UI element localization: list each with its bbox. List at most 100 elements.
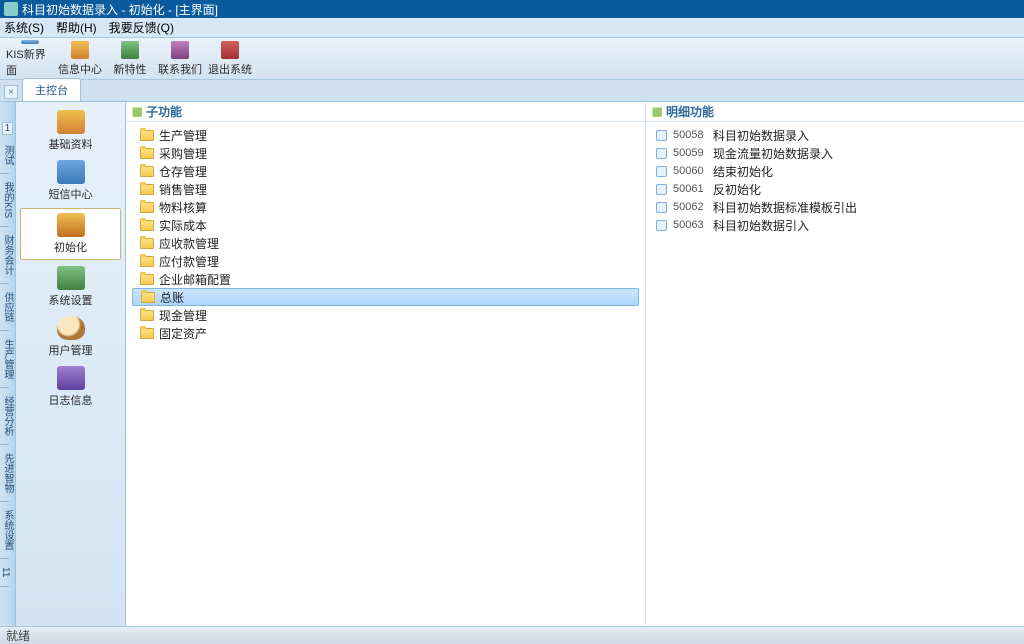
- nav-label: 系统设置: [49, 292, 93, 308]
- folder-icon: [140, 274, 154, 285]
- folder-icon: [140, 238, 154, 249]
- item-icon: [656, 220, 667, 231]
- nav-label: 初始化: [54, 239, 87, 255]
- bullet-icon: [652, 107, 662, 117]
- left-strip-item[interactable]: 11: [0, 561, 12, 583]
- info-icon: [71, 41, 89, 59]
- item-code: 50061: [673, 183, 713, 195]
- sub-function-item[interactable]: 应收款管理: [126, 234, 645, 252]
- title-bar: 科目初始数据录入 - 初始化 - [主界面]: [0, 0, 1024, 18]
- left-strip-item[interactable]: 供应链: [0, 286, 16, 328]
- status-left: 就绪: [6, 627, 30, 644]
- nav-panel: 基础资料短信中心初始化系统设置用户管理日志信息: [16, 102, 126, 626]
- left-strip-item[interactable]: 财务会计: [0, 229, 16, 281]
- sub-function-item[interactable]: 总账: [132, 288, 639, 306]
- item-icon: [656, 202, 667, 213]
- nav-item-5[interactable]: 日志信息: [16, 362, 125, 412]
- left-strip-item[interactable]: 测试: [0, 139, 16, 171]
- item-label: 现金流量初始数据录入: [713, 145, 833, 162]
- sub-function-item[interactable]: 企业邮箱配置: [126, 270, 645, 288]
- new-icon: [121, 41, 139, 59]
- status-bar: 就绪: [0, 626, 1024, 644]
- detail-function-item[interactable]: 50060结束初始化: [646, 162, 1024, 180]
- folder-icon: [140, 202, 154, 213]
- left-strip-badge[interactable]: 1: [2, 122, 14, 135]
- nav-item-0[interactable]: 基础资料: [16, 106, 125, 156]
- detail-function-item[interactable]: 50063科目初始数据引入: [646, 216, 1024, 234]
- item-code: 50062: [673, 201, 713, 213]
- sub-function-item[interactable]: 实际成本: [126, 216, 645, 234]
- nav-label: 基础资料: [49, 136, 93, 152]
- left-strip-item[interactable]: 生产管理: [0, 333, 16, 385]
- detail-function-panel: 明细功能 50058科目初始数据录入50059现金流量初始数据录入50060结束…: [646, 102, 1024, 626]
- bullet-icon: [132, 107, 142, 117]
- tab-close-button[interactable]: ×: [4, 85, 18, 99]
- detail-function-item[interactable]: 50062科目初始数据标准模板引出: [646, 198, 1024, 216]
- tab-main[interactable]: 主控台: [22, 78, 81, 101]
- detail-function-item[interactable]: 50059现金流量初始数据录入: [646, 144, 1024, 162]
- sub-function-item[interactable]: 仓存管理: [126, 162, 645, 180]
- item-label: 反初始化: [713, 181, 761, 198]
- toolbar: KIS新界面 信息中心 新特性 联系我们 退出系统: [0, 38, 1024, 80]
- nav-item-4[interactable]: 用户管理: [16, 312, 125, 362]
- nav-icon: [57, 160, 85, 184]
- nav-icon: [57, 110, 85, 134]
- item-code: 50058: [673, 129, 713, 141]
- folder-icon: [140, 148, 154, 159]
- nav-item-3[interactable]: 系统设置: [16, 262, 125, 312]
- nav-label: 用户管理: [49, 342, 93, 358]
- menu-help[interactable]: 帮助(H): [56, 19, 97, 36]
- item-icon: [656, 166, 667, 177]
- sub-function-item[interactable]: 现金管理: [126, 306, 645, 324]
- toolbar-info[interactable]: 信息中心: [56, 40, 104, 78]
- toolbar-contact[interactable]: 联系我们: [156, 40, 204, 78]
- item-code: 50059: [673, 147, 713, 159]
- toolbar-home[interactable]: KIS新界面: [6, 40, 54, 78]
- menu-system[interactable]: 系统(S): [4, 19, 44, 36]
- sub-function-item[interactable]: 采购管理: [126, 144, 645, 162]
- item-icon: [656, 130, 667, 141]
- nav-icon: [57, 366, 85, 390]
- folder-icon: [140, 328, 154, 339]
- item-icon: [656, 148, 667, 159]
- menu-bar: 系统(S) 帮助(H) 我要反馈(Q): [0, 18, 1024, 38]
- nav-label: 短信中心: [49, 186, 93, 202]
- sub-function-item[interactable]: 生产管理: [126, 126, 645, 144]
- sub-function-item[interactable]: 应付款管理: [126, 252, 645, 270]
- folder-icon: [140, 220, 154, 231]
- detail-function-item[interactable]: 50061反初始化: [646, 180, 1024, 198]
- folder-icon: [140, 310, 154, 321]
- item-icon: [656, 184, 667, 195]
- toolbar-exit[interactable]: 退出系统: [206, 40, 254, 78]
- left-strip-item[interactable]: 系统设置: [0, 504, 16, 556]
- nav-icon: [57, 316, 85, 340]
- item-code: 50063: [673, 219, 713, 231]
- nav-icon: [57, 266, 85, 290]
- nav-icon: [57, 213, 85, 237]
- sub-function-item[interactable]: 固定资产: [126, 324, 645, 342]
- toolbar-new[interactable]: 新特性: [106, 40, 154, 78]
- sub-function-header: 子功能: [126, 102, 645, 122]
- left-strip-item[interactable]: 我的KIS: [0, 176, 16, 224]
- tab-strip: × 主控台: [0, 80, 1024, 102]
- contact-icon: [171, 41, 189, 59]
- folder-icon: [140, 166, 154, 177]
- detail-function-item[interactable]: 50058科目初始数据录入: [646, 126, 1024, 144]
- folder-icon: [140, 256, 154, 267]
- sub-function-item[interactable]: 物料核算: [126, 198, 645, 216]
- left-strip: 1 测试我的KIS 财务会计供应链生产管理经营分析先进智物系统设置 11: [0, 102, 16, 626]
- item-code: 50060: [673, 165, 713, 177]
- nav-item-1[interactable]: 短信中心: [16, 156, 125, 206]
- app-icon: [4, 2, 18, 16]
- folder-icon: [141, 292, 155, 303]
- sub-function-item[interactable]: 销售管理: [126, 180, 645, 198]
- left-strip-item[interactable]: 先进智物: [0, 447, 16, 499]
- left-strip-item[interactable]: 经营分析: [0, 390, 16, 442]
- exit-icon: [221, 41, 239, 59]
- item-label: 科目初始数据引入: [713, 217, 809, 234]
- nav-label: 日志信息: [49, 392, 93, 408]
- nav-item-2[interactable]: 初始化: [20, 208, 121, 260]
- menu-feedback[interactable]: 我要反馈(Q): [109, 19, 174, 36]
- item-label: 科目初始数据标准模板引出: [713, 199, 857, 216]
- detail-function-title: 明细功能: [666, 103, 714, 120]
